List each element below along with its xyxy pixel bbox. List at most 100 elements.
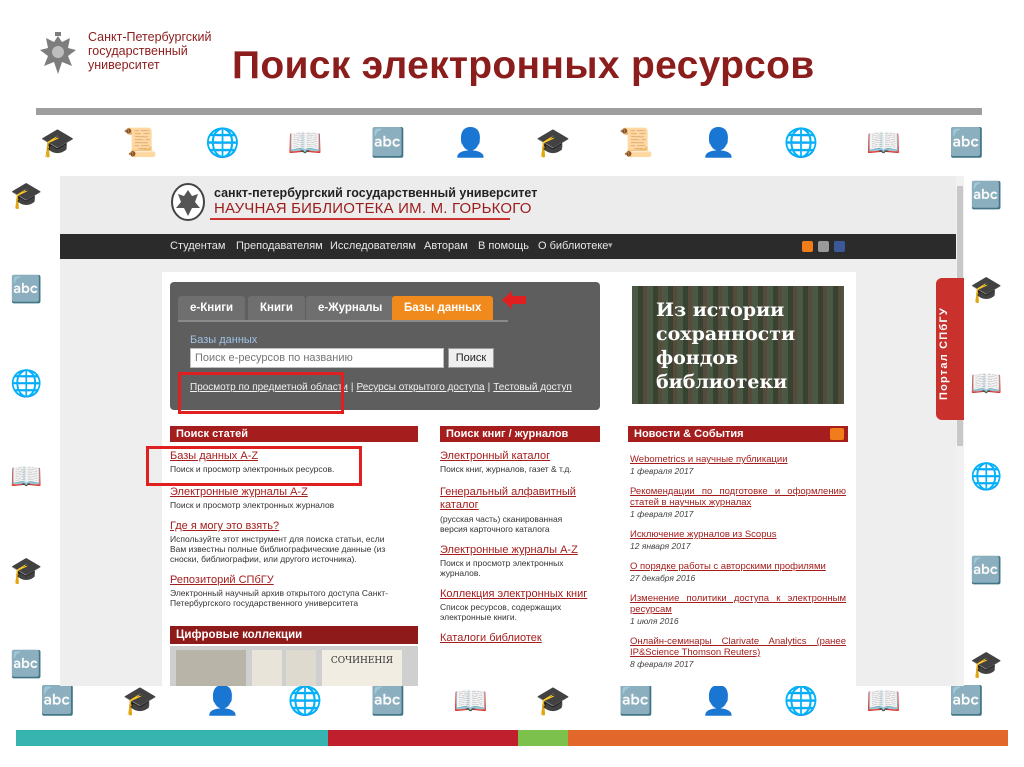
main-nav: Студентам Преподавателям Исследователям …	[60, 234, 956, 259]
graduation-cap-icon: 🎓	[535, 127, 571, 158]
abc-icon: 🔤	[949, 127, 984, 158]
news-item-title[interactable]: Webometrics и научные публикации	[630, 454, 846, 465]
news-item-date: 1 февраля 2017	[630, 466, 694, 476]
news-item-date: 1 февраля 2017	[630, 509, 694, 519]
graduation-cap-icon: 🎓	[122, 685, 158, 716]
abc-icon: 🔤	[40, 685, 75, 716]
history-banner[interactable]: Из истории сохранности фондов библиотеки	[632, 286, 844, 404]
abc-icon: 🔤	[970, 180, 1003, 210]
book-item-title[interactable]: Каталоги библиотек	[440, 632, 542, 644]
spbu-portal-tab-label[interactable]: Портал СПбГУ	[938, 262, 950, 400]
background-pattern-right: 🔤 🎓 📖 🌐 🔤 🎓	[970, 180, 1002, 680]
book-item-title[interactable]: Коллекция электронных книг	[440, 588, 587, 600]
graduation-cap-icon: 🎓	[970, 273, 1003, 304]
globe-icon: 🌐	[10, 367, 43, 398]
nav-about[interactable]: О библиотеке	[538, 240, 608, 252]
tab-ebooks[interactable]: е-Книги	[178, 296, 246, 320]
student-icon: 👤	[453, 127, 489, 158]
tab-ejournals[interactable]: е-Журналы	[306, 296, 395, 320]
book-icon: 📖	[10, 461, 43, 492]
graduation-cap-icon: 🎓	[10, 180, 43, 210]
annotation-highlight-subject-link	[178, 372, 344, 414]
link-open-access[interactable]: Ресурсы открытого доступа	[357, 382, 485, 393]
chevron-down-icon[interactable]: ▾	[608, 240, 613, 251]
library-university-line: санкт-петербургский государственный унив…	[214, 186, 538, 200]
collection-thumbnail[interactable]	[176, 650, 246, 686]
annotation-highlight-databases-az	[146, 446, 362, 486]
globe-icon: 🌐	[783, 685, 819, 716]
news-item-title[interactable]: Онлайн-семинары Clarivate Analytics (ран…	[630, 636, 846, 658]
book-item-desc: Список ресурсов, содержащих электронные …	[440, 602, 562, 622]
book-item-desc: Поиск и просмотр электронных журналов.	[440, 558, 564, 578]
news-item-title[interactable]: О порядке работы с авторскими профилями	[630, 561, 846, 572]
student-icon: 👤	[701, 685, 736, 716]
nav-teachers[interactable]: Преподавателям	[236, 240, 323, 252]
page-scrollbar[interactable]	[956, 176, 964, 686]
abc-icon: 🔤	[10, 648, 43, 679]
abc-icon: 🔤	[10, 273, 43, 304]
article-item-title[interactable]: Репозиторий СПбГУ	[170, 574, 274, 586]
search-button[interactable]: Поиск	[448, 348, 494, 368]
book-item-title[interactable]: Электронные журналы A-Z	[440, 544, 578, 556]
footer-bar-green	[518, 730, 568, 746]
graduation-cap-icon: 🎓	[40, 127, 75, 158]
rss-icon[interactable]	[830, 428, 844, 440]
tab-books[interactable]: Книги	[248, 296, 305, 320]
nav-authors[interactable]: Авторам	[424, 240, 468, 252]
library-header: санкт-петербургский государственный унив…	[60, 176, 956, 234]
book-item-title[interactable]: Электронный каталог	[440, 450, 550, 462]
book-item-title[interactable]: Генеральный алфавитный каталог	[440, 486, 600, 512]
article-item-title[interactable]: Электронные журналы A-Z	[170, 486, 308, 498]
abc-icon: 🔤	[949, 685, 984, 716]
news-item-title[interactable]: Исключение журналов из Scopus	[630, 529, 846, 540]
news-item-title[interactable]: Изменение политики доступа к электронным…	[630, 593, 846, 615]
news-item-date: 12 января 2017	[630, 541, 691, 551]
portrait-thumbnail[interactable]	[252, 650, 282, 686]
articles-header: Поиск статей	[170, 426, 418, 442]
news-item-date: 8 февраля 2017	[630, 659, 694, 669]
book-thumbnail[interactable]: СОЧИНЕНІЯ	[322, 650, 402, 686]
twitter-icon[interactable]	[818, 241, 829, 252]
rss-icon[interactable]	[802, 241, 813, 252]
background-pattern-bottom: 🔤 🎓 👤 🌐 🔤 📖 🎓 🔤 👤 🌐 📖 🔤	[40, 684, 984, 717]
footer-bar-orange	[568, 730, 1008, 746]
nav-help[interactable]: В помощь	[478, 240, 529, 252]
book-icon: 📖	[970, 367, 1003, 398]
nav-researchers[interactable]: Исследователям	[330, 240, 416, 252]
link-trial-access[interactable]: Тестовый доступ	[493, 382, 572, 393]
search-label: Базы данных	[190, 334, 258, 346]
nav-students[interactable]: Студентам	[170, 240, 225, 252]
facebook-icon[interactable]	[834, 241, 845, 252]
library-name: НАУЧНАЯ БИБЛИОТЕКА ИМ. М. ГОРЬКОГО	[214, 200, 532, 217]
book-icon: 📖	[287, 127, 323, 158]
background-pattern-left: 🎓 🔤 🌐 📖 🎓 🔤	[10, 180, 42, 680]
university-logo: Санкт-Петербургский государственный унив…	[36, 30, 211, 80]
search-input[interactable]	[190, 348, 444, 368]
news-item-title[interactable]: Рекомендации по подготовке и оформлению …	[630, 486, 846, 508]
abc-icon: 🔤	[370, 127, 406, 158]
book-item-desc: (русская часть) сканированная версия кар…	[440, 514, 563, 534]
article-item-desc: Электронный научный архив открытого дост…	[170, 588, 389, 608]
tabs-underline	[178, 320, 508, 322]
article-item-title[interactable]: Где я могу это взять?	[170, 520, 279, 532]
abc-icon: 🔤	[970, 555, 1003, 586]
library-name-underline	[210, 218, 510, 220]
slide-title: Поиск электронных ресурсов	[232, 44, 815, 87]
globe-icon: 🌐	[205, 127, 241, 158]
books-header: Поиск книг / журналов	[440, 426, 600, 442]
annotation-arrow-icon	[502, 291, 526, 309]
diploma-icon: 📜	[122, 127, 158, 158]
globe-icon: 🌐	[970, 461, 1003, 492]
abc-icon: 🔤	[370, 685, 406, 716]
book-icon: 📖	[866, 685, 902, 716]
news-item-date: 27 декабря 2016	[630, 573, 696, 583]
library-website-screenshot: санкт-петербургский государственный унив…	[60, 176, 964, 686]
article-item-desc: Поиск и просмотр электронных журналов	[170, 500, 335, 510]
footer-bar-red	[328, 730, 518, 746]
news-item-date: 1 июля 2016	[630, 616, 679, 626]
digital-collections-thumbnails[interactable]: СОЧИНЕНІЯ	[170, 646, 418, 686]
tab-databases[interactable]: Базы данных	[392, 296, 494, 320]
portrait-thumbnail[interactable]	[286, 650, 316, 686]
diploma-icon: 📜	[618, 127, 654, 158]
library-seal-icon	[171, 183, 205, 221]
